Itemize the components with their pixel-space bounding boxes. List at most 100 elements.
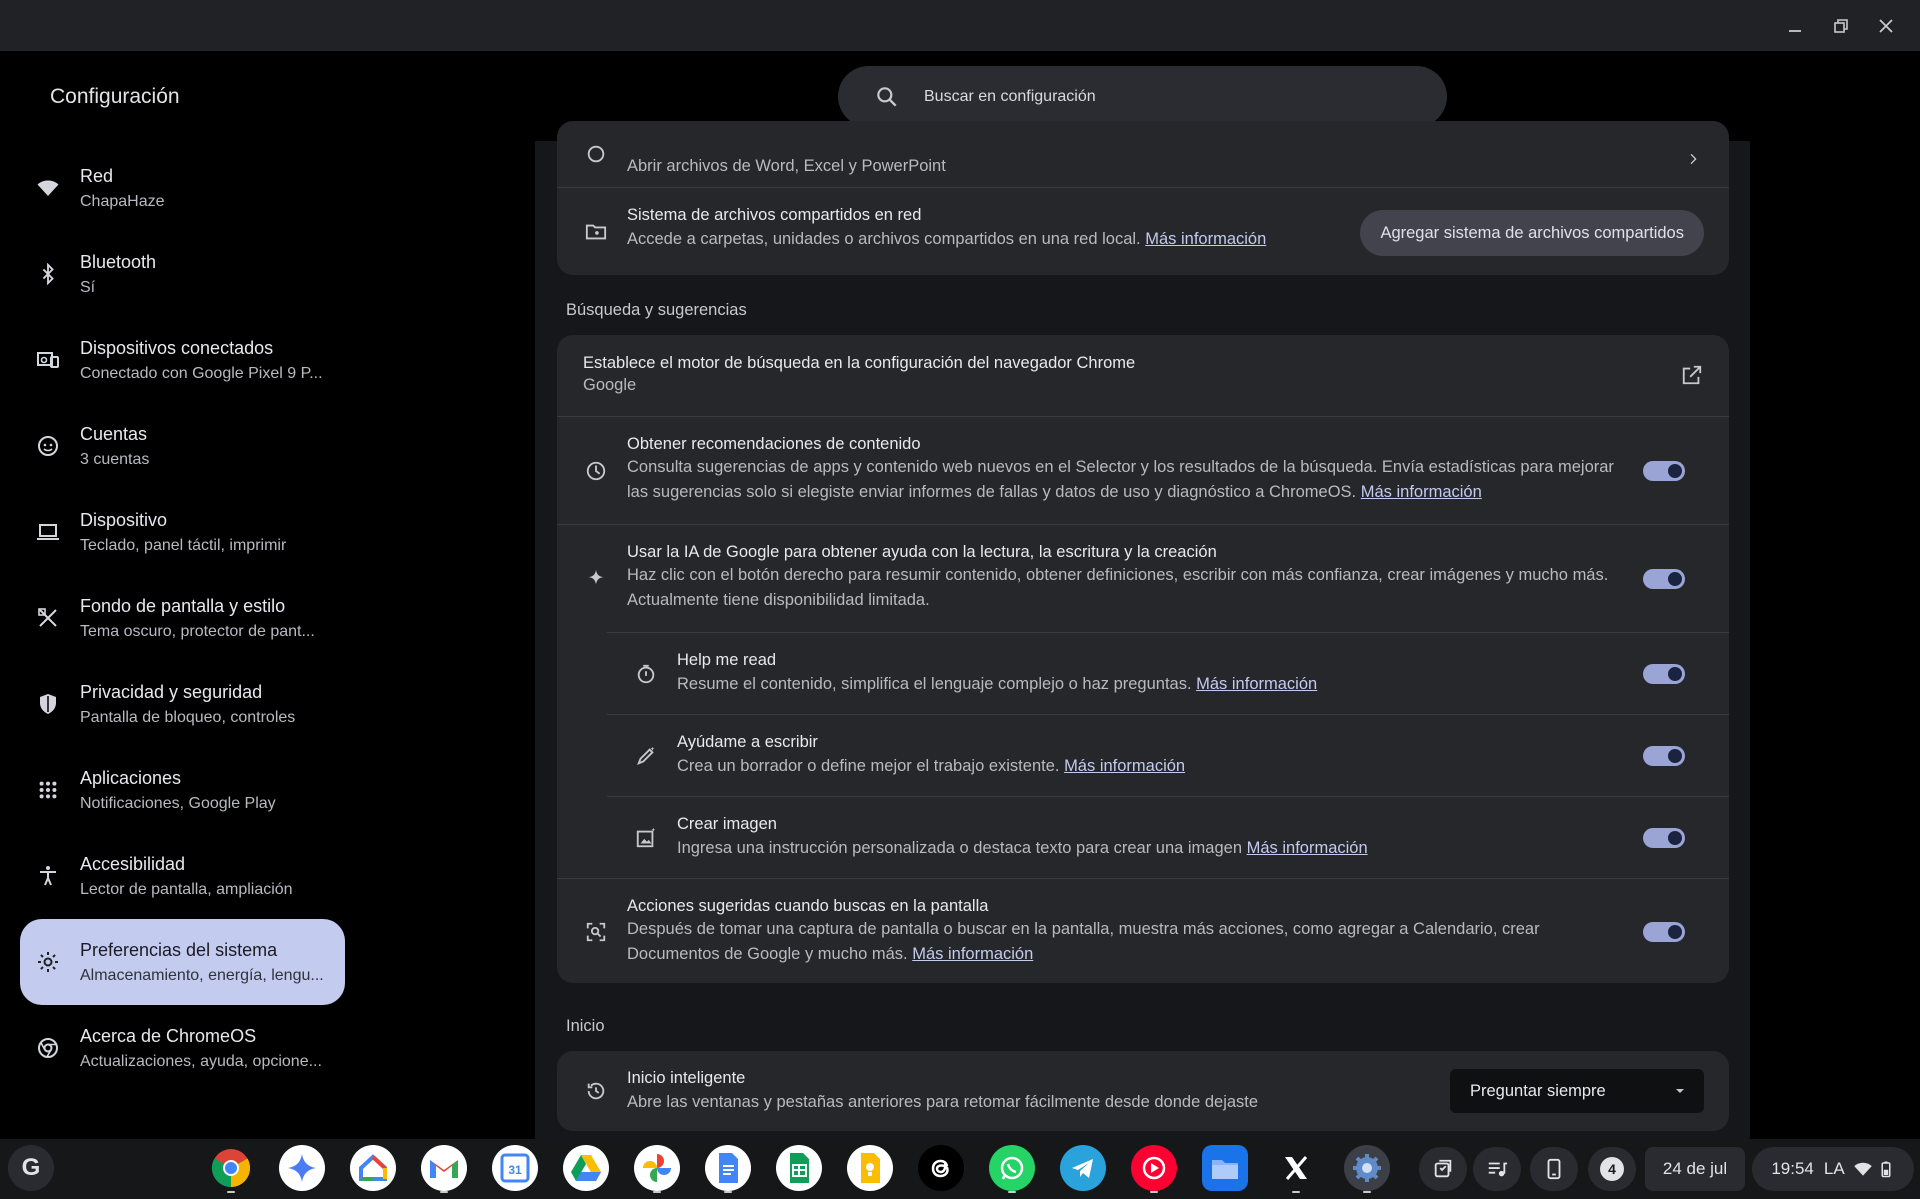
capture-button[interactable] (1419, 1147, 1467, 1191)
sidebar-item-wallpaper[interactable]: Fondo de pantalla y estilo Tema oscuro, p… (20, 575, 345, 661)
create-image-toggle[interactable] (1643, 828, 1685, 848)
x-icon[interactable] (1273, 1145, 1319, 1193)
restore-icon[interactable] (1828, 13, 1854, 39)
create-image-learn-more-link[interactable]: Más información (1247, 839, 1368, 857)
google-ai-toggle[interactable] (1643, 569, 1685, 589)
content-panel: Abrir archivos de Word, Excel y PowerPoi… (535, 121, 1750, 1139)
image-sparkle-icon (633, 825, 659, 851)
sidebar-item-connected-devices[interactable]: Dispositivos conectados Conectado con Goo… (20, 317, 345, 403)
status-area-button[interactable]: 19:54 LA (1752, 1147, 1914, 1191)
close-icon[interactable] (1873, 13, 1899, 39)
clipboard-icon (1434, 1159, 1452, 1178)
content-recommendations-learn-more-link[interactable]: Más información (1361, 483, 1482, 501)
drive-icon[interactable] (563, 1145, 609, 1191)
settings-icon[interactable] (1344, 1145, 1390, 1193)
suggested-actions-desc-line-2: Documentos de Google y mucho más. (627, 945, 908, 963)
pen-sparkle-icon (633, 743, 659, 769)
running-indicator (440, 1191, 448, 1193)
help-me-write-toggle[interactable] (1643, 746, 1685, 766)
gmail-icon[interactable] (421, 1145, 467, 1193)
help-me-write-row: Ayúdame a escribir Crea un borrador o de… (607, 714, 1729, 796)
create-image-row: Crear imagen Ingresa una instrucción per… (607, 796, 1729, 878)
running-indicator (1292, 1191, 1300, 1193)
media-controls-button[interactable] (1473, 1147, 1521, 1191)
external-link-icon[interactable] (1679, 362, 1705, 388)
running-indicator (1150, 1191, 1158, 1193)
docs-icon[interactable] (705, 1145, 751, 1193)
search-box[interactable]: Buscar en configuración (838, 66, 1447, 127)
search-engine-row[interactable]: Establece el motor de búsqueda en la con… (557, 335, 1729, 416)
suggested-actions-toggle[interactable] (1643, 922, 1685, 942)
sidebar-item-sub: ChapaHaze (80, 192, 165, 210)
smart-startup-select[interactable]: Preguntar siempre (1450, 1069, 1704, 1113)
sidebar-item-system-preferences[interactable]: Preferencias del sistema Almacenamiento, … (20, 919, 345, 1005)
sidebar-item-title: Accesibilidad (80, 853, 186, 874)
sidebar-item-accessibility[interactable]: Accesibilidad Lector de pantalla, ampliac… (20, 833, 345, 919)
phone-hub-button[interactable] (1530, 1147, 1578, 1191)
search-engine-title: Establece el motor de búsqueda en la con… (583, 354, 1136, 372)
smart-startup-row: Inicio inteligente Abre las ventanas y p… (557, 1051, 1729, 1131)
content-recommendations-desc: Consulta sugerencias de apps y contenido… (627, 455, 1637, 505)
sidebar-item-accounts[interactable]: Cuentas 3 cuentas (20, 403, 345, 489)
sidebar-item-sub: Almacenamiento, energía, lengu... (80, 966, 324, 984)
gemini-icon[interactable] (279, 1145, 325, 1191)
smart-startup-desc: Abre las ventanas y pestañas anteriores … (627, 1093, 1259, 1111)
folder-network-icon (583, 219, 609, 245)
chrome-icon[interactable] (208, 1145, 254, 1193)
sidebar-item-sub: Conectado con Google Pixel 9 P... (80, 364, 323, 382)
title-bar (0, 0, 1920, 51)
content-recommendations-desc-line-1: Consulta sugerencias de apps y contenido… (627, 458, 1614, 476)
keep-icon[interactable] (847, 1145, 893, 1191)
sidebar-item-sub: Pantalla de bloqueo, controles (80, 708, 296, 726)
minimize-icon[interactable] (1782, 13, 1808, 39)
apps-grid-icon (34, 776, 62, 804)
notification-count: 4 (1600, 1157, 1624, 1181)
youtube-music-icon[interactable] (1131, 1145, 1177, 1193)
content-recommendations-toggle[interactable] (1643, 461, 1685, 481)
calendar-icon[interactable]: 31 (492, 1145, 538, 1191)
settings-app: Configuración Buscar en configuración Re… (0, 51, 1920, 1139)
help-me-write-learn-more-link[interactable]: Más información (1064, 757, 1185, 775)
help-me-write-title: Ayúdame a escribir (677, 733, 818, 751)
date-button[interactable]: 24 de jul (1645, 1147, 1745, 1191)
add-network-share-button[interactable]: Agregar sistema de archivos compartidos (1360, 210, 1704, 256)
launcher-button[interactable]: G (8, 1145, 54, 1191)
sidebar-item-sub: Tema oscuro, protector de pant... (80, 622, 315, 640)
google-home-icon[interactable] (350, 1145, 396, 1191)
account-icon (34, 432, 62, 460)
suggested-actions-learn-more-link[interactable]: Más información (912, 945, 1033, 963)
photos-icon[interactable] (634, 1145, 680, 1193)
help-me-read-learn-more-link[interactable]: Más información (1196, 675, 1317, 693)
office-files-row[interactable]: Abrir archivos de Word, Excel y PowerPoi… (557, 121, 1729, 187)
sidebar-item-privacy[interactable]: Privacidad y seguridad Pantalla de bloque… (20, 661, 345, 747)
threads-icon[interactable] (918, 1145, 964, 1191)
telegram-icon[interactable] (1060, 1145, 1106, 1191)
bluetooth-icon (34, 260, 62, 288)
content-recommendations-desc-line-2: las sugerencias solo si elegiste enviar … (627, 483, 1357, 501)
whatsapp-icon[interactable] (989, 1145, 1035, 1193)
recommendations-icon (583, 458, 609, 484)
sidebar-item-device[interactable]: Dispositivo Teclado, panel táctil, imprim… (20, 489, 345, 575)
running-indicator (1008, 1191, 1016, 1193)
sidebar-item-sub: Actualizaciones, ayuda, opcione... (80, 1052, 322, 1070)
search-engine-value: Google (583, 376, 637, 394)
notifications-button[interactable]: 4 (1588, 1147, 1636, 1191)
search-input[interactable]: Buscar en configuración (924, 88, 1096, 106)
sidebar-item-bluetooth[interactable]: Bluetooth Sí (20, 231, 345, 317)
files-icon[interactable] (1202, 1145, 1248, 1191)
sparkle-icon (583, 566, 609, 592)
create-image-desc-text: Ingresa una instrucción personalizada o … (677, 839, 1243, 857)
smart-startup-selected-value: Preguntar siempre (1470, 1081, 1606, 1100)
sidebar-item-apps[interactable]: Aplicaciones Notificaciones, Google Play (20, 747, 345, 833)
sheets-icon[interactable] (776, 1145, 822, 1191)
google-ai-title: Usar la IA de Google para obtener ayuda … (627, 543, 1217, 561)
network-share-desc: Accede a carpetas, unidades o archivos c… (627, 227, 1266, 252)
help-me-read-toggle[interactable] (1643, 664, 1685, 684)
sidebar-item-network[interactable]: Red ChapaHaze (20, 145, 345, 231)
sidebar-item-about-chromeos[interactable]: Acerca de ChromeOS Actualizaciones, ayuda… (20, 1005, 345, 1091)
startup-card: Inicio inteligente Abre las ventanas y p… (557, 1051, 1729, 1131)
network-share-desc-text: Accede a carpetas, unidades o archivos c… (627, 230, 1141, 248)
network-share-learn-more-link[interactable]: Más información (1145, 230, 1266, 248)
running-indicator (1363, 1191, 1371, 1193)
sidebar-item-sub: Notificaciones, Google Play (80, 794, 276, 812)
